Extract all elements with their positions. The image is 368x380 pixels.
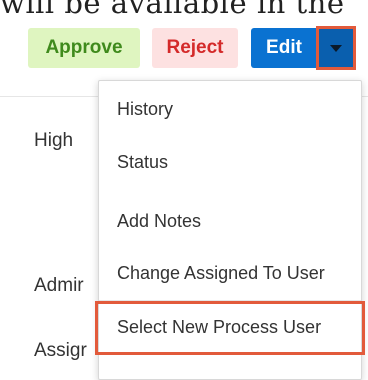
menu-item-change-assigned-user[interactable]: Change Assigned To User [99,245,361,301]
actions-dropdown-toggle[interactable] [316,26,356,70]
menu-item-select-new-process-user[interactable]: Select New Process User [95,301,365,355]
admin-field-label: Admir [34,275,84,296]
actions-dropdown-menu: History Status Add Notes Change Assigned… [95,80,365,380]
reject-button[interactable]: Reject [152,28,238,68]
menu-item-history[interactable]: History [99,81,361,137]
priority-value: High [34,130,74,151]
menu-item-add-notes[interactable]: Add Notes [99,193,361,249]
menu-item-status[interactable]: Status [99,134,361,190]
edit-button[interactable]: Edit [251,28,317,68]
caret-down-icon [330,44,342,52]
assigned-field-label: Assigr [34,340,87,361]
partial-description-text: will be available in the [0,0,345,20]
approve-button[interactable]: Approve [28,28,140,68]
